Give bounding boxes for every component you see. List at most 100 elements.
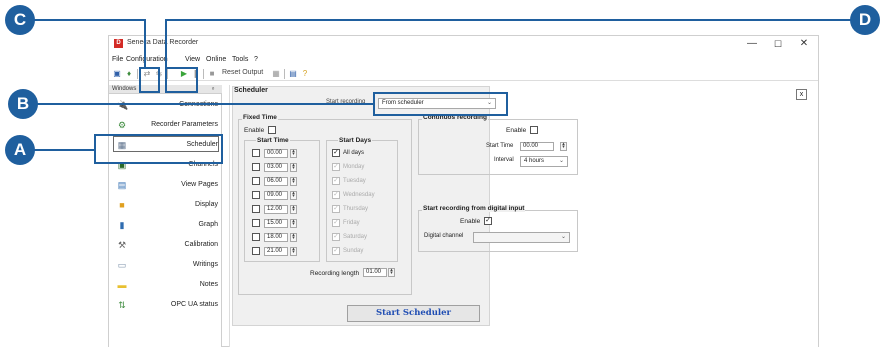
start-day-label: Wednesday: [343, 192, 375, 198]
start-day-label: Tuesday: [343, 178, 366, 184]
start-scheduler-button[interactable]: Start Scheduler: [347, 305, 480, 322]
callout-d-highlight: [165, 67, 198, 93]
sidebar-item-connections[interactable]: 🔌Connections: [109, 95, 222, 115]
sidebar-item-label: Graph: [198, 221, 218, 228]
start-time-input[interactable]: 21.00: [264, 247, 288, 256]
callout-a-badge: A: [5, 135, 35, 165]
start-time-input[interactable]: 12.00: [264, 205, 288, 214]
chevron-down-icon: ⌄: [560, 234, 566, 240]
callout-c-line: [144, 19, 146, 67]
menu-tools[interactable]: Tools: [232, 56, 248, 63]
sidebar-item-opc-ua-status[interactable]: ⇅ OPC UA status: [109, 295, 222, 315]
start-day-label: All days: [343, 150, 365, 156]
start-time-checkbox[interactable]: [252, 163, 260, 171]
start-time-spinner[interactable]: ▴ ▾: [290, 177, 297, 186]
start-day-checkbox: ✓: [332, 205, 340, 213]
sidebar-item-label: View Pages: [181, 181, 218, 188]
sidebar-item-label: Calibration: [184, 241, 218, 248]
start-time-spinner[interactable]: ▴ ▾: [290, 191, 297, 200]
start-time-spinner[interactable]: ▴ ▾: [290, 205, 297, 214]
display-icon: ■: [119, 200, 125, 210]
menu-view[interactable]: View: [185, 56, 200, 63]
recorder-parameters-icon: ⚙: [117, 120, 127, 130]
sidebar-item-label: Notes: [199, 281, 218, 288]
callout-b-line: [36, 103, 373, 105]
notes-icon: ▬: [117, 280, 127, 290]
continuous-enable-checkbox[interactable]: [530, 126, 538, 134]
menu-configuration[interactable]: Configuration: [126, 56, 168, 63]
start-time-input[interactable]: 18.00: [264, 233, 288, 242]
open-icon[interactable]: ♦: [124, 69, 134, 79]
windows-sidebar: Windows ₒ 🔌Connections ⚙ Recorder Paramete…: [109, 85, 222, 347]
toolbar-separator: [203, 69, 204, 79]
start-time-input[interactable]: 00.00: [264, 149, 288, 158]
start-days-group: [326, 140, 398, 262]
start-time-spinner[interactable]: ▴ ▾: [290, 219, 297, 228]
start-time-input[interactable]: 06.00: [264, 177, 288, 186]
maximize-button[interactable]: ☐: [765, 36, 791, 52]
digital-channel-select[interactable]: ⌄: [473, 232, 570, 243]
continuous-start-time-spinner[interactable]: ▴ ▾: [560, 142, 567, 151]
sidebar-item-recorder-parameters[interactable]: ⚙ Recorder Parameters: [109, 115, 222, 135]
sidebar-item-view-pages[interactable]: ▤ View Pages: [109, 175, 222, 195]
scheduler-title: Scheduler: [234, 87, 268, 94]
stop-icon[interactable]: ■: [207, 69, 217, 79]
start-days-title: Start Days: [338, 137, 373, 144]
sidebar-item-calibration[interactable]: ⚒ Calibration: [109, 235, 222, 255]
start-time-spinner[interactable]: ▴ ▾: [290, 163, 297, 172]
start-time-checkbox[interactable]: [252, 149, 260, 157]
start-time-input[interactable]: 15.00: [264, 219, 288, 228]
recording-length-spinner[interactable]: ▴ ▾: [388, 268, 395, 277]
info-icon[interactable]: ▤: [288, 69, 298, 79]
start-time-spinner[interactable]: ▴ ▾: [290, 247, 297, 256]
fixed-time-enable-label: Enable: [244, 127, 265, 134]
callout-d-line: [165, 19, 167, 67]
start-time-spinner[interactable]: ▴ ▾: [290, 149, 297, 158]
menu-online[interactable]: Online: [206, 56, 226, 63]
start-time-checkbox[interactable]: [252, 219, 260, 227]
digital-input-title: Start recording from digital input: [422, 205, 526, 212]
menu-help[interactable]: ?: [254, 56, 258, 63]
menu-bar: File Configuration View Online Tools ?: [109, 56, 818, 67]
callout-d-badge: D: [850, 5, 880, 35]
close-panel-button[interactable]: x: [796, 89, 807, 100]
start-day-checkbox[interactable]: ✓: [332, 149, 340, 157]
save-icon[interactable]: ▣: [112, 69, 122, 79]
sidebar-item-label: Display: [195, 201, 218, 208]
callout-d-line: [165, 19, 851, 21]
app-logo-icon: D: [114, 39, 123, 48]
sidebar-item-display[interactable]: ■ Display: [109, 195, 222, 215]
reset-icon[interactable]: ▦: [271, 69, 281, 79]
recording-length-label: Recording length: [310, 270, 360, 277]
menu-file[interactable]: File: [112, 56, 123, 63]
digital-enable-checkbox[interactable]: ✓: [484, 217, 492, 225]
start-time-checkbox[interactable]: [252, 205, 260, 213]
minimize-button[interactable]: —: [739, 36, 765, 52]
writings-icon: ▭: [117, 260, 127, 270]
calibration-icon: ⚒: [117, 240, 127, 250]
start-time-spinner[interactable]: ▴ ▾: [290, 233, 297, 242]
sidebar-item-writings[interactable]: ▭ Writings: [109, 255, 222, 275]
graph-icon: ▮: [119, 220, 125, 230]
start-time-input[interactable]: 09.00: [264, 191, 288, 200]
start-time-checkbox[interactable]: [252, 247, 260, 255]
fixed-time-enable-checkbox[interactable]: [268, 126, 276, 134]
reset-output-button[interactable]: Reset Output: [222, 69, 263, 76]
start-day-checkbox: ✓: [332, 233, 340, 241]
pin-icon[interactable]: ₒ: [212, 85, 214, 91]
start-time-checkbox[interactable]: [252, 191, 260, 199]
start-day-label: Saturday: [343, 234, 368, 240]
start-time-title: Start Time: [256, 137, 290, 144]
start-time-checkbox[interactable]: [252, 233, 260, 241]
sidebar-item-graph[interactable]: ▮ Graph: [109, 215, 222, 235]
recording-length-input[interactable]: 01.00: [363, 268, 387, 277]
sidebar-item-notes[interactable]: ▬ Notes: [109, 275, 222, 295]
start-time-input[interactable]: 03.00: [264, 163, 288, 172]
start-day-checkbox: ✓: [332, 247, 340, 255]
close-window-button[interactable]: ✕: [791, 36, 817, 52]
continuous-start-time-input[interactable]: 00.00: [520, 142, 554, 151]
interval-select[interactable]: 4 hours ⌄: [520, 156, 568, 167]
help-icon[interactable]: ?: [300, 69, 310, 79]
start-time-checkbox[interactable]: [252, 177, 260, 185]
start-day-label: Monday: [343, 164, 365, 170]
